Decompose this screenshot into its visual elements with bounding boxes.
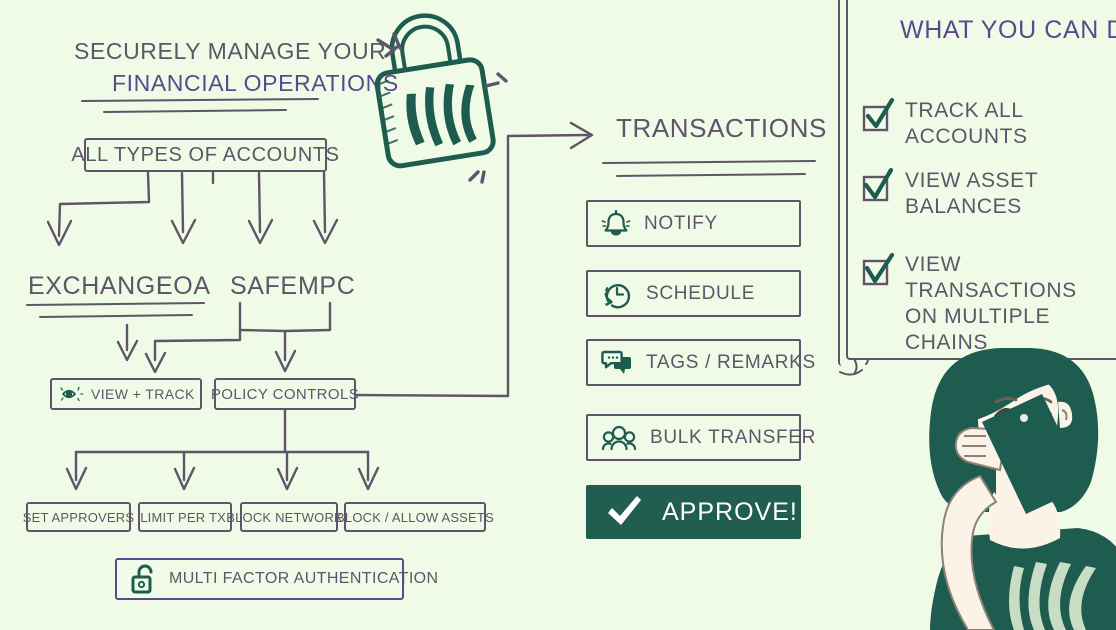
policy-item-set-approvers[interactable]: SET APPROVERS — [22, 502, 135, 532]
checkbox-checked-icon — [862, 167, 894, 202]
transaction-action-approve[interactable]: APPROVE! — [586, 485, 801, 539]
all-types-label: ALL TYPES OF ACCOUNTS — [71, 143, 340, 166]
eye-icon — [60, 386, 84, 402]
account-type-safe: SAFE — [230, 272, 298, 300]
policy-item-label: BLOCK NETWORKS — [226, 509, 352, 525]
checkbox-checked-icon — [862, 252, 895, 286]
account-type-eoa: EOA — [156, 272, 211, 300]
clock-icon — [604, 283, 631, 308]
policy-controls-box[interactable]: POLICY CONTROLS — [210, 378, 360, 410]
checklist-label: VIEW ASSET BALANCES — [905, 169, 1038, 218]
transaction-action-tags-remarks[interactable]: TAGS / REMARKS — [586, 339, 815, 386]
account-type-exchange: EXCHANGE — [28, 272, 174, 300]
action-label: SCHEDULE — [646, 282, 756, 304]
woman-with-phone-illustration — [929, 348, 1116, 630]
transactions-heading: TRANSACTIONS — [616, 113, 827, 143]
policy-item-block-networks[interactable]: BLOCK NETWORKS — [226, 502, 352, 532]
bell-icon — [601, 209, 631, 235]
people-icon — [601, 425, 637, 450]
policy-item-block-allow-assets[interactable]: BLOCK / ALLOW ASSETS — [336, 502, 494, 532]
action-label: TAGS / REMARKS — [646, 351, 816, 373]
checkmark-icon — [608, 496, 641, 525]
all-types-of-accounts-box[interactable]: ALL TYPES OF ACCOUNTS — [71, 138, 339, 172]
transaction-action-bulk-transfer[interactable]: BULK TRANSFER — [586, 414, 815, 461]
policy-controls-label: POLICY CONTROLS — [210, 385, 360, 403]
action-label: NOTIFY — [644, 212, 718, 234]
policy-item-label: LIMIT PER TX. — [140, 509, 230, 525]
checklist-item-track-all-accounts[interactable]: TRACK ALL ACCOUNTS — [862, 97, 1116, 150]
account-type-mpc: MPC — [298, 272, 356, 300]
action-label: APPROVE! — [662, 497, 798, 526]
view-track-label: VIEW + TRACK — [91, 386, 195, 402]
headline-line-2: FINANCIAL OPERATIONS — [112, 70, 399, 96]
checklist-label: TRACK ALL ACCOUNTS — [905, 99, 1028, 148]
panel-heading: WHAT YOU CAN DO: — [900, 16, 1116, 44]
checklist-item-view-asset-balances[interactable]: VIEW ASSET BALANCES — [862, 167, 1116, 220]
transaction-action-notify[interactable]: NOTIFY — [586, 200, 801, 247]
policy-item-label: BLOCK / ALLOW ASSETS — [336, 509, 494, 525]
chat-icon — [601, 350, 631, 374]
infographic-canvas: SECURELY MANAGE YOUR FINANCIAL OPERATION… — [0, 0, 1116, 630]
headline-line-1: SECURELY MANAGE YOUR — [74, 38, 387, 64]
policy-item-label: SET APPROVERS — [22, 509, 135, 525]
open-padlock-icon — [131, 564, 153, 594]
transaction-action-schedule[interactable]: SCHEDULE — [586, 270, 801, 317]
checklist-label: VIEW TRANSACTIONS — [905, 253, 1077, 302]
checkbox-checked-icon — [862, 97, 895, 132]
view-and-track-box[interactable]: VIEW + TRACK — [50, 378, 202, 410]
policy-item-limit-per-tx[interactable]: LIMIT PER TX. — [138, 502, 232, 532]
action-label: BULK TRANSFER — [650, 426, 817, 448]
mfa-label: MULTI FACTOR AUTHENTICATION — [169, 570, 439, 587]
closed-padlock-icon — [374, 13, 508, 184]
multi-factor-authentication-box[interactable]: MULTI FACTOR AUTHENTICATION — [115, 558, 438, 600]
